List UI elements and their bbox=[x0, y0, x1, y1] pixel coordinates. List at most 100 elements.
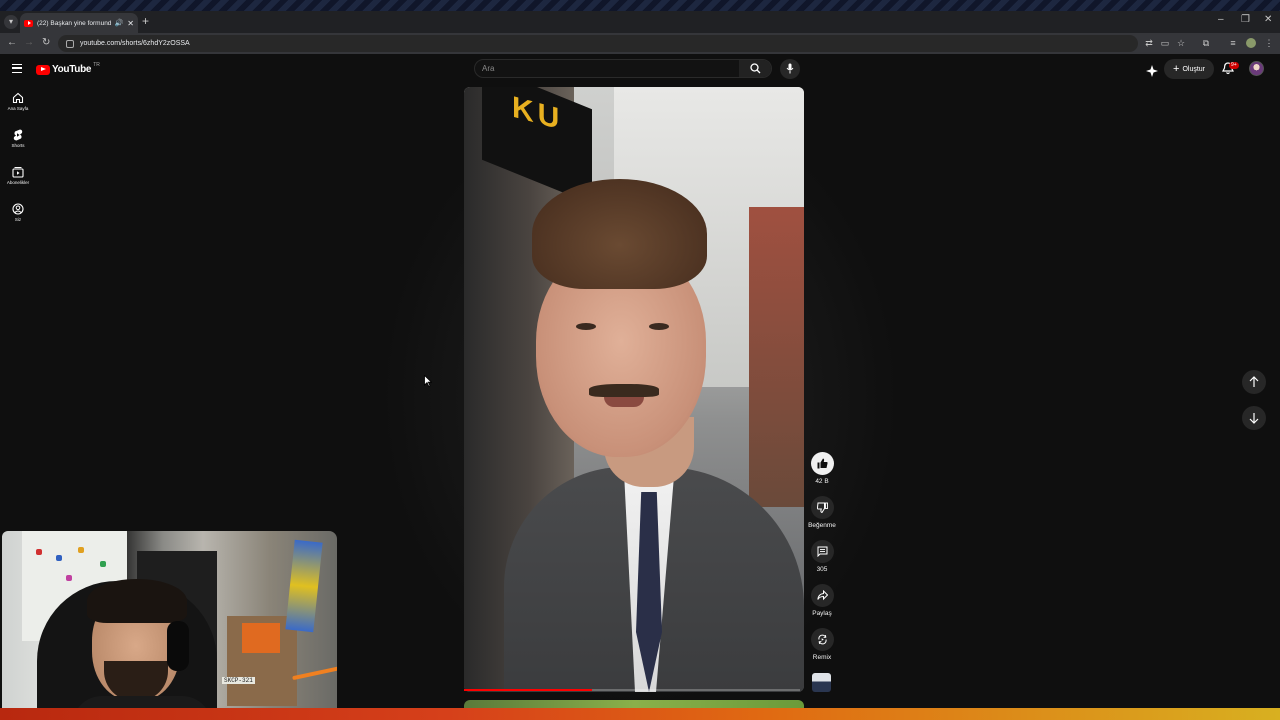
arrow-up-icon bbox=[1249, 376, 1259, 387]
sidebar-item-label: Shorts bbox=[11, 143, 25, 148]
restore-window-icon[interactable]: ❐ bbox=[1241, 14, 1250, 25]
minimize-window-icon[interactable]: – bbox=[1218, 14, 1224, 25]
user-icon bbox=[12, 203, 24, 215]
create-button[interactable]: + Oluştur bbox=[1164, 59, 1214, 79]
tab-close-icon[interactable]: ✕ bbox=[127, 19, 134, 28]
logo-country-code: TR bbox=[93, 61, 100, 68]
translate-icon[interactable]: ⇄ bbox=[1144, 38, 1154, 48]
subscriptions-icon bbox=[12, 167, 24, 178]
comment-icon bbox=[817, 546, 827, 557]
sidebar-item-you[interactable]: Siz bbox=[0, 197, 36, 229]
video-eye-right bbox=[649, 323, 669, 330]
remix-label: Remix bbox=[812, 654, 832, 661]
like-button[interactable]: 42 B bbox=[808, 452, 836, 485]
browser-tab-active[interactable]: (22) Başkan yine formunda 🔊 ✕ bbox=[20, 13, 138, 33]
dislike-button[interactable]: Beğenme bbox=[808, 496, 836, 529]
webcam-flag bbox=[285, 539, 323, 633]
search-input[interactable] bbox=[475, 60, 735, 77]
browser-tab-bar: ▾ (22) Başkan yine formunda 🔊 ✕ + – ❐ ✕ bbox=[0, 11, 1280, 33]
hamburger-menu-icon[interactable] bbox=[12, 64, 22, 73]
like-count: 42 B bbox=[815, 478, 829, 485]
video-hair bbox=[532, 179, 707, 289]
remix-icon bbox=[817, 634, 827, 645]
search-box bbox=[474, 59, 772, 78]
share-arrow-icon bbox=[816, 590, 828, 601]
webcam-magnet bbox=[66, 575, 72, 581]
sidebar-item-label: Ana Sayfa bbox=[7, 106, 29, 111]
browser-menu-icon[interactable]: ⋮ bbox=[1264, 38, 1274, 48]
video-mustache bbox=[589, 384, 659, 397]
address-bar[interactable]: youtube.com/shorts/6zhdY2zOSSA bbox=[58, 35, 1138, 52]
bookmark-star-icon[interactable]: ☆ bbox=[1176, 38, 1186, 48]
tab-title: (22) Başkan yine formunda bbox=[37, 19, 111, 27]
sidebar-item-shorts[interactable]: Shorts bbox=[0, 123, 36, 155]
close-window-icon[interactable]: ✕ bbox=[1264, 14, 1272, 25]
video-sign-text: KU bbox=[512, 90, 564, 138]
mouse-cursor-icon bbox=[424, 375, 432, 387]
webcam-headset bbox=[167, 621, 189, 671]
cast-icon[interactable]: ▭ bbox=[1160, 38, 1170, 48]
browser-toolbar: ← → ↻ youtube.com/shorts/6zhdY2zOSSA ⇄ ▭… bbox=[0, 33, 1280, 54]
sidebar-item-label: Abonelikler bbox=[6, 180, 30, 185]
webcam-sticker-text: SKCP-321 bbox=[222, 677, 255, 684]
webcam-orange-light bbox=[292, 665, 337, 681]
browser-profile-avatar[interactable] bbox=[1246, 38, 1256, 48]
sidebar-item-home[interactable]: Ana Sayfa bbox=[0, 86, 36, 118]
create-button-label: Oluştur bbox=[1182, 65, 1205, 73]
shorts-icon bbox=[13, 129, 23, 141]
account-avatar[interactable] bbox=[1249, 61, 1264, 76]
site-info-icon[interactable] bbox=[66, 39, 74, 48]
video-building bbox=[749, 207, 804, 507]
streamer-webcam-overlay: SKCP-321 bbox=[2, 531, 337, 718]
home-icon bbox=[12, 92, 24, 104]
youtube-logo[interactable]: YouTube TR bbox=[36, 61, 100, 75]
ask-ai-button[interactable] bbox=[1146, 64, 1158, 82]
logo-wordmark: YouTube bbox=[52, 64, 92, 75]
share-label: Paylaş bbox=[812, 610, 832, 617]
short-video-player[interactable]: KU bbox=[464, 87, 804, 692]
voice-search-button[interactable] bbox=[780, 59, 800, 79]
stream-overlay-top-stripe bbox=[0, 0, 1280, 11]
tab-search-dropdown-icon[interactable]: ▾ bbox=[4, 15, 18, 29]
video-mouth bbox=[604, 397, 644, 407]
new-tab-button[interactable]: + bbox=[142, 14, 149, 28]
address-url[interactable]: youtube.com/shorts/6zhdY2zOSSA bbox=[80, 40, 190, 47]
comments-button[interactable]: 305 bbox=[808, 540, 836, 573]
webcam-streamer-hair bbox=[87, 579, 187, 623]
video-eye-left bbox=[576, 323, 596, 330]
share-button[interactable]: Paylaş bbox=[808, 584, 836, 617]
comment-count: 305 bbox=[816, 566, 828, 573]
video-progress-bar[interactable] bbox=[464, 689, 800, 691]
notification-count-badge: 9+ bbox=[1229, 62, 1239, 69]
back-arrow-icon[interactable]: ← bbox=[7, 37, 17, 48]
youtube-header: YouTube TR + Oluştur bbox=[0, 54, 1280, 86]
remix-button[interactable]: Remix bbox=[808, 628, 836, 661]
webcam-magnet bbox=[36, 549, 42, 555]
plus-icon: + bbox=[1173, 63, 1180, 75]
search-button[interactable] bbox=[739, 60, 771, 77]
channel-avatar-thumbnail[interactable] bbox=[812, 673, 831, 692]
forward-arrow-icon[interactable]: → bbox=[24, 37, 34, 48]
media-controls-icon[interactable]: ≡ bbox=[1228, 38, 1238, 48]
sidebar-item-subscriptions[interactable]: Abonelikler bbox=[0, 160, 36, 192]
arrow-down-icon bbox=[1249, 413, 1259, 424]
dislike-label: Beğenme bbox=[808, 522, 836, 529]
microphone-icon bbox=[786, 63, 794, 74]
youtube-play-logo-icon bbox=[36, 64, 50, 75]
previous-short-button[interactable] bbox=[1242, 370, 1266, 394]
webcam-magnet bbox=[56, 555, 62, 561]
video-progress-fill bbox=[464, 689, 592, 691]
extensions-icon[interactable]: ⧉ bbox=[1201, 38, 1211, 48]
reload-icon[interactable]: ↻ bbox=[42, 37, 50, 48]
webcam-magnet bbox=[100, 561, 106, 567]
webcam-magnet bbox=[78, 547, 84, 553]
search-icon bbox=[750, 63, 761, 74]
thumbs-down-icon bbox=[816, 502, 828, 513]
stream-overlay-bottom-stripe bbox=[0, 708, 1280, 720]
webcam-orange-box bbox=[242, 623, 280, 653]
next-short-button[interactable] bbox=[1242, 406, 1266, 430]
sparkle-icon bbox=[1146, 65, 1158, 77]
tab-audio-icon[interactable]: 🔊 bbox=[115, 19, 124, 27]
youtube-favicon-icon bbox=[24, 19, 33, 27]
sidebar-item-label: Siz bbox=[14, 217, 22, 222]
